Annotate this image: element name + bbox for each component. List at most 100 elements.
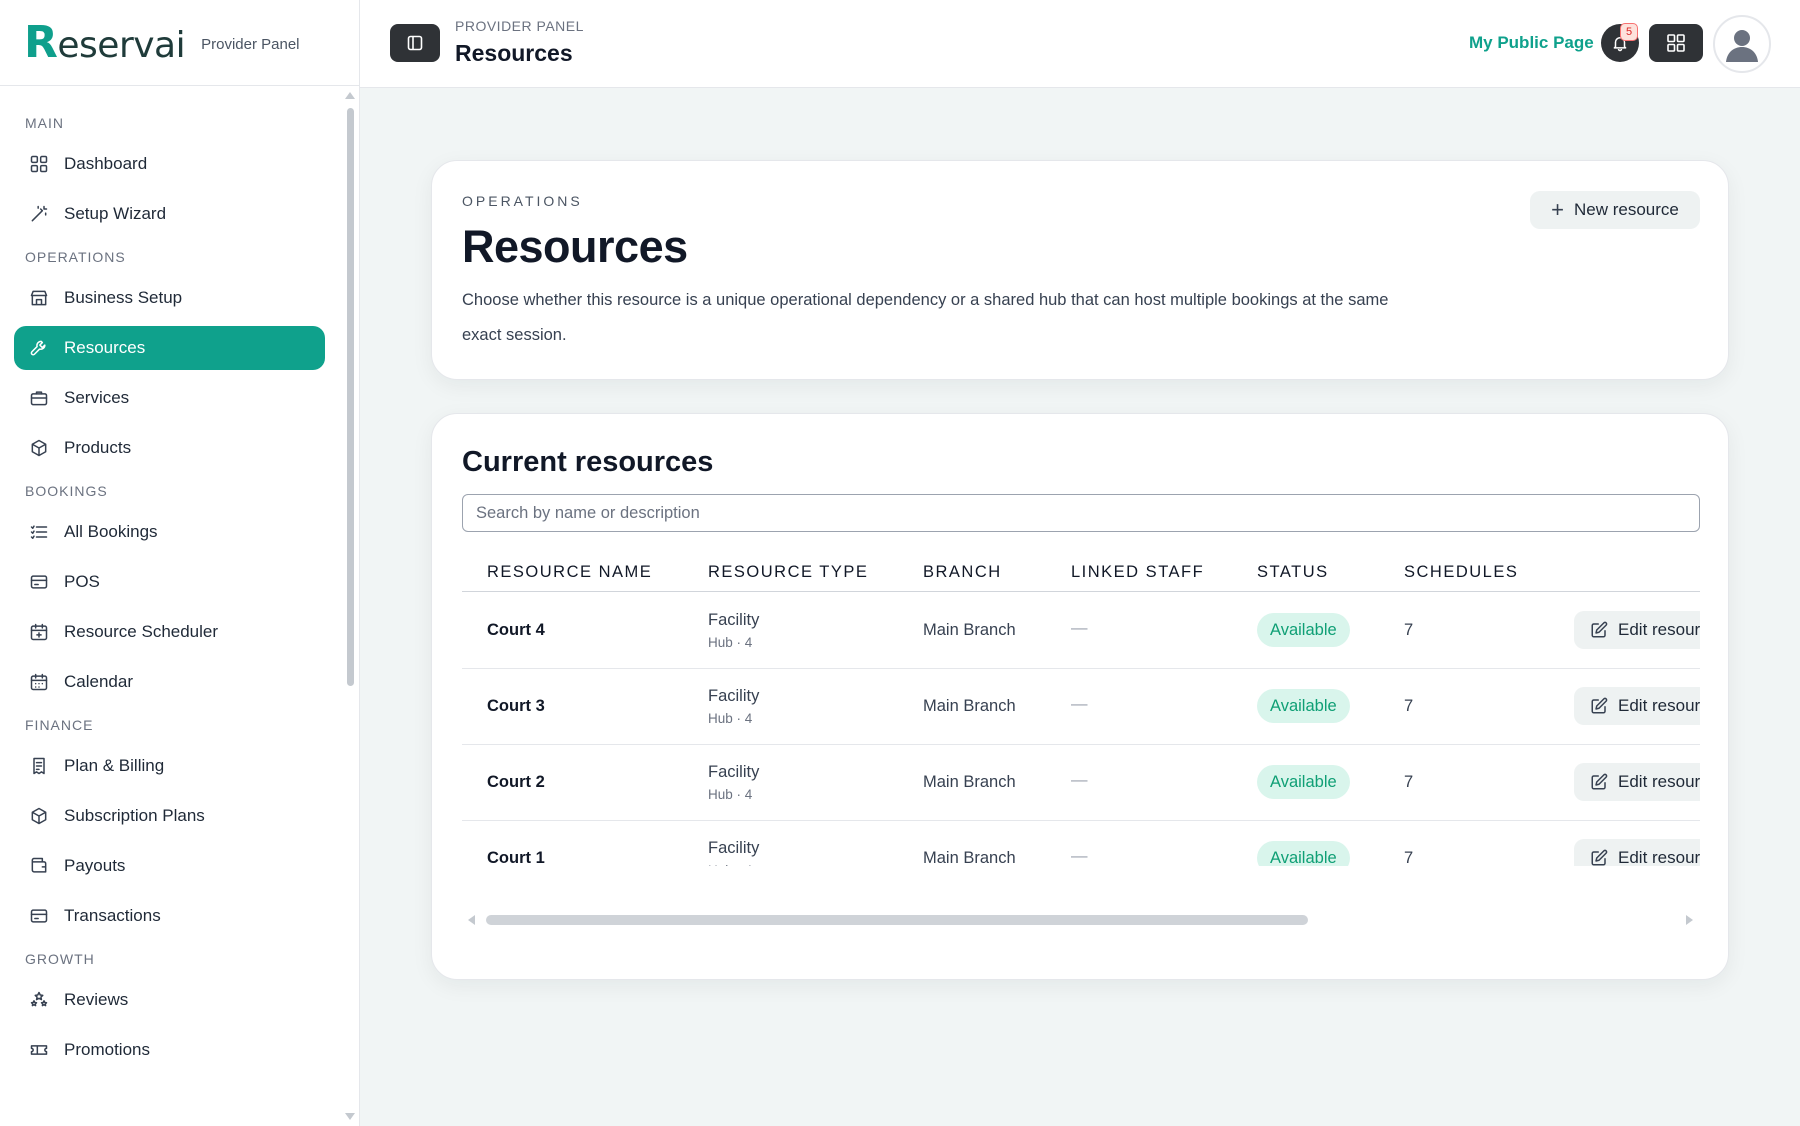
- column-header-schedules[interactable]: SCHEDULES: [1404, 563, 1518, 582]
- sidebar-item-payouts[interactable]: Payouts: [14, 844, 325, 888]
- sidebar-item-resource-scheduler[interactable]: Resource Scheduler: [14, 610, 325, 654]
- resource-branch: Main Branch: [923, 621, 1016, 639]
- sidebar-item-label: Transactions: [64, 906, 161, 925]
- status-badge: Available: [1257, 613, 1350, 647]
- sidebar-section-label: MAIN: [25, 115, 64, 131]
- linked-staff: —: [1071, 695, 1088, 713]
- sidebar-nav: MAIN Dashboard Setup Wizard OPERATIONS Busin…: [0, 86, 359, 1126]
- edit-resource-button[interactable]: Edit resource: [1574, 763, 1700, 801]
- sidebar: Reservai Provider Panel MAIN Dashboard Set…: [0, 0, 360, 1126]
- sidebar-item-label: Products: [64, 438, 132, 457]
- sidebar-item-label: All Bookings: [64, 522, 158, 541]
- table-horizontal-scrollbar[interactable]: [486, 915, 1308, 925]
- edit-resource-button[interactable]: Edit resource: [1574, 687, 1700, 725]
- status-badge: Available: [1257, 841, 1350, 866]
- resources-intro-card: OPERATIONS Resources Choose whether this…: [431, 160, 1729, 380]
- sidebar-scroll-down-arrow[interactable]: [345, 1113, 355, 1120]
- sidebar-item-reviews[interactable]: Reviews: [14, 978, 325, 1022]
- sidebar-section-label: OPERATIONS: [25, 249, 126, 265]
- sidebar-item-dashboard[interactable]: Dashboard: [14, 142, 325, 186]
- brand-logo[interactable]: Reservai: [24, 17, 186, 68]
- table-header-row: RESOURCE NAME RESOURCE TYPE BRANCH LINKE…: [462, 550, 1700, 592]
- ticket-icon: [29, 1040, 49, 1060]
- sidebar-item-label: Payouts: [64, 856, 126, 875]
- sidebar-item-subscription-plans[interactable]: Subscription Plans: [14, 794, 325, 838]
- sidebar-item-label: Plan & Billing: [64, 756, 165, 775]
- edit-resource-label: Edit resource: [1618, 848, 1700, 866]
- my-public-page-link[interactable]: My Public Page: [1469, 33, 1594, 53]
- current-resources-card: Current resources RESOURCE NAME RESOURCE…: [431, 413, 1729, 980]
- sidebar-item-label: Business Setup: [64, 288, 183, 307]
- sidebar-item-calendar[interactable]: Calendar: [14, 660, 325, 704]
- sidebar-item-plan-billing[interactable]: Plan & Billing: [14, 744, 325, 788]
- sidebar-item-pos[interactable]: POS: [14, 560, 325, 604]
- sidebar-item-promotions[interactable]: Promotions: [14, 1028, 325, 1072]
- page-title: Resources: [455, 40, 573, 66]
- schedules-count: 7: [1404, 773, 1414, 791]
- user-avatar[interactable]: [1713, 15, 1771, 73]
- user-icon: [1726, 30, 1758, 62]
- breadcrumb: PROVIDER PANEL: [455, 18, 584, 34]
- wrench-icon: [29, 338, 49, 358]
- schedules-count: 7: [1404, 849, 1414, 866]
- resource-branch: Main Branch: [923, 849, 1016, 866]
- sidebar-item-resources[interactable]: Resources: [14, 326, 325, 370]
- column-header-resource-name[interactable]: RESOURCE NAME: [487, 563, 652, 582]
- table-scroll-left-arrow[interactable]: [468, 915, 475, 925]
- sidebar-item-business-setup[interactable]: Business Setup: [14, 276, 325, 320]
- edit-resource-button[interactable]: Edit resource: [1574, 611, 1700, 649]
- sidebar-item-all-bookings[interactable]: All Bookings: [14, 510, 325, 554]
- table-scroll-right-arrow[interactable]: [1686, 915, 1693, 925]
- receipt-icon: [29, 756, 49, 776]
- sidebar-scroll-up-arrow[interactable]: [345, 92, 355, 99]
- new-resource-button[interactable]: + New resource: [1530, 191, 1700, 229]
- box-icon: [29, 806, 49, 826]
- sidebar-item-label: Dashboard: [64, 154, 148, 173]
- box-icon: [29, 438, 49, 458]
- edit-resource-label: Edit resource: [1618, 620, 1700, 639]
- logo-text: eservai: [57, 25, 186, 66]
- sidebar-scrollbar-thumb[interactable]: [347, 108, 354, 686]
- edit-resource-label: Edit resource: [1618, 772, 1700, 791]
- sidebar-item-label: Reviews: [64, 990, 129, 1009]
- resource-type: Facility: [708, 839, 760, 857]
- column-header-branch[interactable]: BRANCH: [923, 563, 1002, 582]
- brand-subtitle: Provider Panel: [201, 36, 300, 53]
- logo-initial: R: [24, 17, 58, 68]
- card-icon: [29, 906, 49, 926]
- linked-staff: —: [1071, 771, 1088, 789]
- column-header-linked-staff[interactable]: LINKED STAFF: [1071, 563, 1204, 582]
- sidebar-item-label: Calendar: [64, 672, 133, 691]
- sidebar-item-label: Setup Wizard: [64, 204, 167, 223]
- table-row: Court 2 Facility Hub · 4 Main Branch — Availa…: [462, 745, 1700, 821]
- sidebar-item-transactions[interactable]: Transactions: [14, 894, 325, 938]
- sidebar-item-services[interactable]: Services: [14, 376, 325, 420]
- resource-type-detail: Hub · 4: [708, 711, 753, 726]
- edit-resource-label: Edit resource: [1618, 696, 1700, 715]
- column-header-resource-type[interactable]: RESOURCE TYPE: [708, 563, 868, 582]
- sidebar-item-products[interactable]: Products: [14, 426, 325, 470]
- new-resource-label: New resource: [1573, 200, 1679, 219]
- resource-branch: Main Branch: [923, 697, 1016, 715]
- status-badge: Available: [1257, 765, 1350, 799]
- briefcase-icon: [29, 388, 49, 408]
- edit-icon: [1590, 697, 1608, 715]
- column-header-status[interactable]: STATUS: [1257, 563, 1329, 582]
- resource-search-input[interactable]: [462, 494, 1700, 532]
- resource-name: Court 3: [487, 697, 545, 715]
- sidebar-item-label: Subscription Plans: [64, 806, 205, 825]
- edit-resource-button[interactable]: Edit resource: [1574, 839, 1700, 866]
- linked-staff: —: [1071, 619, 1088, 637]
- resource-type-detail: Hub · 4: [708, 863, 752, 866]
- status-badge: Available: [1257, 689, 1350, 723]
- sidebar-toggle-button[interactable]: [390, 24, 440, 62]
- resources-table: RESOURCE NAME RESOURCE TYPE BRANCH LINKE…: [462, 550, 1700, 866]
- resource-type: Facility: [708, 763, 760, 781]
- edit-icon: [1590, 621, 1608, 639]
- apps-grid-button[interactable]: [1649, 24, 1703, 62]
- wallet-icon: [29, 856, 49, 876]
- list-icon: [29, 522, 49, 542]
- sidebar-item-label: POS: [64, 572, 100, 591]
- sidebar-item-setup-wizard[interactable]: Setup Wizard: [14, 192, 325, 236]
- resource-type-detail: Hub · 4: [708, 787, 753, 802]
